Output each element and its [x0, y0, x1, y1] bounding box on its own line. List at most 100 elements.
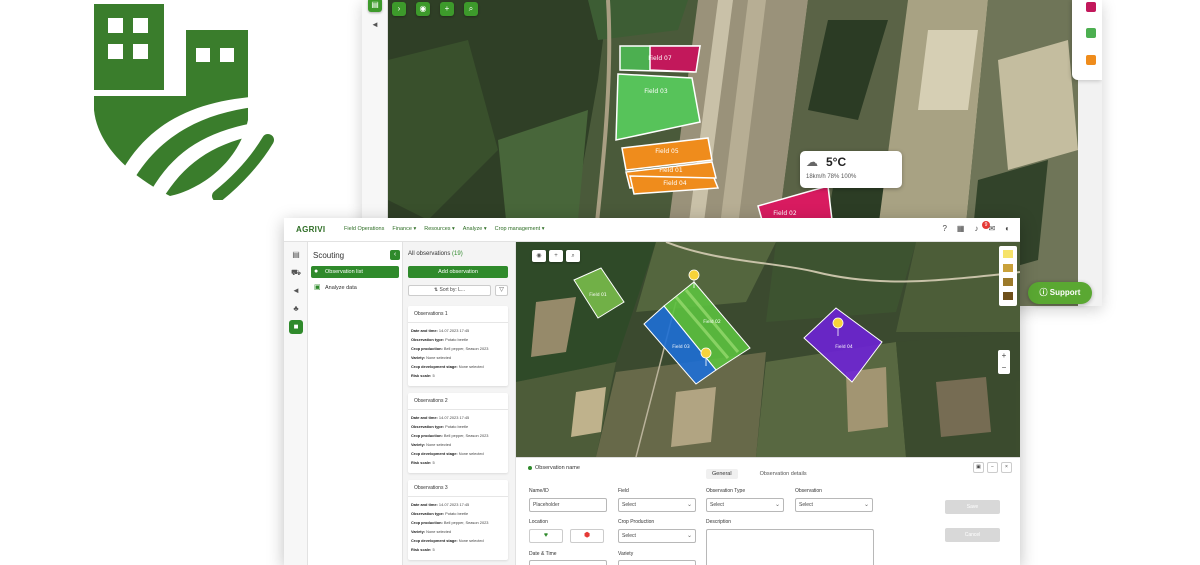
cloud-icon: ☁	[806, 155, 818, 169]
back-legend-panel	[1072, 0, 1102, 80]
observation-label: Observation	[795, 488, 822, 494]
crop-production-select[interactable]: Select ⌄	[618, 529, 696, 543]
back-rail-megaphone-icon[interactable]: ◄	[368, 18, 382, 32]
minimize-icon[interactable]: −	[987, 462, 998, 473]
support-button[interactable]: ⓘ Support	[1028, 282, 1092, 304]
scouting-item-observation-list[interactable]: ● Observation list	[311, 266, 399, 278]
observation-card-title: Observations 1	[408, 306, 508, 323]
date-time-input[interactable]	[529, 560, 607, 565]
back-layers-button[interactable]: ◉	[416, 2, 430, 16]
name-label: Name/ID	[529, 488, 549, 494]
row-value: 14.07.2023 17:45	[438, 328, 470, 333]
megaphone-icon[interactable]: ◄	[289, 284, 303, 298]
nav-crop-management[interactable]: Crop management ▾	[495, 226, 545, 232]
left-icon-rail: ▤ ⛟ ◄ ♣ ■	[284, 242, 308, 565]
observation-type-label: Observation Type	[706, 488, 746, 494]
row-key: Crop development stage:	[411, 451, 458, 456]
help-icon[interactable]: ?	[942, 224, 946, 233]
list-icon: ●	[314, 268, 319, 275]
zoom-in-button[interactable]: +	[998, 350, 1010, 362]
card-row: Crop production: Bell pepper, Season 202…	[408, 344, 508, 353]
tab-general[interactable]: General	[706, 469, 738, 479]
row-key: Crop development stage:	[411, 364, 458, 369]
weather-card: ☁ 5°C 18km/h 78% 100%	[800, 151, 902, 188]
card-row: Date and time: 14.07.2023 17:45	[408, 500, 508, 509]
variety-select[interactable]	[618, 560, 696, 565]
top-navigation-bar: AGRIVI Field Operations Finance ▾ Resour…	[284, 218, 1020, 242]
agrivi-logo	[94, 4, 274, 200]
cancel-button[interactable]: Cancel	[945, 528, 1000, 542]
legend-swatch-orange	[1086, 55, 1096, 65]
back-field-label: Field 03	[644, 88, 668, 95]
name-input[interactable]: Placeholder	[529, 498, 607, 512]
main-satellite-map[interactable]: Field 01 Field 02 Field 03 Field 04 ◉ + …	[516, 242, 1020, 457]
observation-card[interactable]: Observations 3 Date and time: 14.07.2023…	[408, 480, 508, 560]
row-key: Risk scale:	[411, 460, 432, 465]
clipboard-icon[interactable]: ▤	[289, 248, 303, 262]
row-key: Date and time:	[411, 502, 438, 507]
back-field-label: Field 04	[663, 180, 687, 187]
scouting-title: Scouting	[313, 251, 345, 260]
back-expand-button[interactable]: ›	[392, 2, 406, 16]
back-rail-active-icon[interactable]: ▤	[368, 0, 382, 12]
row-value: None selected	[426, 529, 452, 534]
legend-swatch-magenta	[1086, 2, 1096, 12]
back-add-button[interactable]: +	[440, 2, 454, 16]
support-label: Support	[1049, 288, 1081, 297]
nav-analyze[interactable]: Analyze ▾	[463, 226, 487, 232]
calendar-icon[interactable]: ▦	[957, 224, 965, 233]
layers-icon[interactable]: ◉	[532, 250, 546, 262]
row-key: Date and time:	[411, 415, 438, 420]
card-row: Variety: None selected	[408, 527, 508, 536]
nav-finance[interactable]: Finance ▾	[392, 226, 416, 232]
observation-type-select[interactable]: Select ⌄	[706, 498, 784, 512]
chevron-down-icon: ⌄	[863, 502, 869, 508]
status-dot	[528, 465, 532, 470]
topbar-right-icons: ? ▦ ♪ ✉ ◐	[942, 224, 1010, 233]
row-key: Risk scale:	[411, 373, 432, 378]
row-value: 14.07.2023 17:45	[438, 415, 470, 420]
card-row: Risk scale: 5	[408, 458, 508, 467]
row-value: Bell pepper, Season 2023	[443, 433, 489, 438]
card-row: Observation type: Potato beetle	[408, 335, 508, 344]
add-observation-button[interactable]: Add observation	[408, 266, 508, 278]
plant-icon[interactable]: ♣	[289, 302, 303, 316]
field-select[interactable]: Select ⌄	[618, 498, 696, 512]
bell-icon[interactable]: ♪	[974, 224, 978, 233]
user-menu-icon[interactable]: ◐	[1005, 224, 1010, 233]
description-textarea[interactable]	[706, 529, 874, 565]
panel-window-buttons: ▣ − ×	[973, 462, 1012, 473]
map-field-label: Field 04	[835, 344, 853, 350]
card-row: Observation type: Potato beetle	[408, 422, 508, 431]
tab-observation-details[interactable]: Observation details	[754, 469, 813, 479]
crop-production-value: Select	[622, 533, 636, 539]
add-icon[interactable]: +	[549, 250, 563, 262]
location-pin-icon[interactable]: ⬢	[570, 529, 604, 543]
row-key: Date and time:	[411, 328, 438, 333]
close-icon[interactable]: ×	[1001, 462, 1012, 473]
observations-panel: All observations (19) Add observation ⇅ …	[403, 242, 516, 565]
collapse-button[interactable]: ‹	[390, 250, 400, 260]
nav-resources[interactable]: Resources ▾	[424, 226, 455, 232]
sort-label: Sort by: L...	[439, 287, 466, 293]
print-icon[interactable]: ▣	[973, 462, 984, 473]
zoom-out-button[interactable]: −	[998, 362, 1010, 374]
observation-name-text: Observation name	[535, 465, 580, 471]
observations-title: All observations (19)	[408, 251, 463, 257]
observation-card[interactable]: Observations 2 Date and time: 14.07.2023…	[408, 393, 508, 473]
scouting-item-analyze-data[interactable]: ▣ Analyze data	[311, 282, 399, 294]
back-search-button[interactable]: ⌕	[464, 2, 478, 16]
card-row: Crop development stage: None selected	[408, 362, 508, 371]
map-pin-button[interactable]: ♥	[529, 529, 563, 543]
save-button[interactable]: Save	[945, 500, 1000, 514]
search-icon[interactable]: ⌕	[566, 250, 580, 262]
nav-field-operations[interactable]: Field Operations	[344, 226, 384, 232]
scouting-icon[interactable]: ■	[289, 320, 303, 334]
tractor-icon[interactable]: ⛟	[289, 266, 303, 280]
filter-icon[interactable]: ▽	[495, 285, 508, 296]
observation-select[interactable]: Select ⌄	[795, 498, 873, 512]
row-value: None selected	[426, 442, 452, 447]
observation-card[interactable]: Observations 1 Date and time: 14.07.2023…	[408, 306, 508, 386]
sort-dropdown[interactable]: ⇅ Sort by: L...	[408, 285, 491, 296]
card-row: Crop development stage: None selected	[408, 536, 508, 545]
